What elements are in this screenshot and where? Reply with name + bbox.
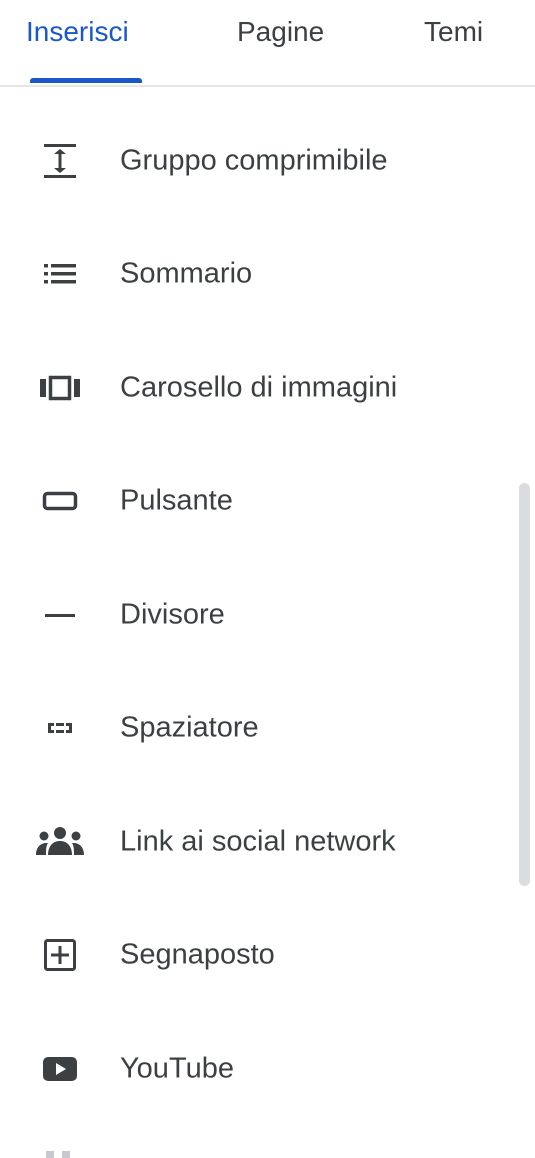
insert-item-social-links[interactable]: Link ai social network — [0, 785, 520, 899]
social-links-icon — [34, 822, 86, 862]
insert-item-label: Sommario — [120, 257, 253, 290]
scrollbar-thumb[interactable] — [519, 483, 530, 886]
divider-icon — [34, 595, 86, 635]
button-icon — [34, 481, 86, 521]
tab-bar: Inserisci Pagine Temi — [0, 0, 535, 87]
tab-pages[interactable]: Pagine — [237, 16, 324, 48]
insert-item-table-of-contents[interactable]: Sommario — [0, 218, 520, 332]
insert-item-label: Pulsante — [120, 484, 233, 517]
youtube-icon — [34, 1049, 86, 1089]
active-tab-indicator — [30, 78, 142, 83]
insert-item-divider[interactable]: Divisore — [0, 558, 520, 672]
insert-item-label: Spaziatore — [120, 711, 259, 744]
insert-item-image-carousel[interactable]: Carosello di immagini — [0, 331, 520, 445]
placeholder-icon — [34, 935, 86, 975]
table-of-contents-icon — [34, 254, 86, 294]
insert-item-label: YouTube — [120, 1052, 234, 1085]
image-carousel-icon — [34, 368, 86, 408]
tab-themes[interactable]: Temi — [424, 16, 483, 48]
insert-item-label: Link ai social network — [120, 825, 396, 858]
insert-item-label: Gruppo comprimibile — [120, 144, 388, 177]
insert-panel: Inserisci Pagine Temi Gruppo comprimibil… — [0, 0, 535, 1158]
collapsible-group-icon — [34, 141, 86, 181]
insert-items-list: Gruppo comprimibile Sommario Carosello d… — [0, 87, 520, 1126]
insert-item-collapsible-group[interactable]: Gruppo comprimibile — [0, 104, 520, 218]
tab-insert[interactable]: Inserisci — [26, 16, 129, 48]
next-item-icon — [40, 1146, 80, 1158]
insert-item-label: Segnaposto — [120, 938, 275, 971]
insert-item-youtube[interactable]: YouTube — [0, 1012, 520, 1126]
insert-item-label: Divisore — [120, 598, 225, 631]
insert-item-spacer[interactable]: Spaziatore — [0, 672, 520, 786]
spacer-icon — [34, 708, 86, 748]
insert-item-label: Carosello di immagini — [120, 371, 398, 404]
insert-item-button[interactable]: Pulsante — [0, 445, 520, 559]
insert-item-placeholder[interactable]: Segnaposto — [0, 899, 520, 1013]
